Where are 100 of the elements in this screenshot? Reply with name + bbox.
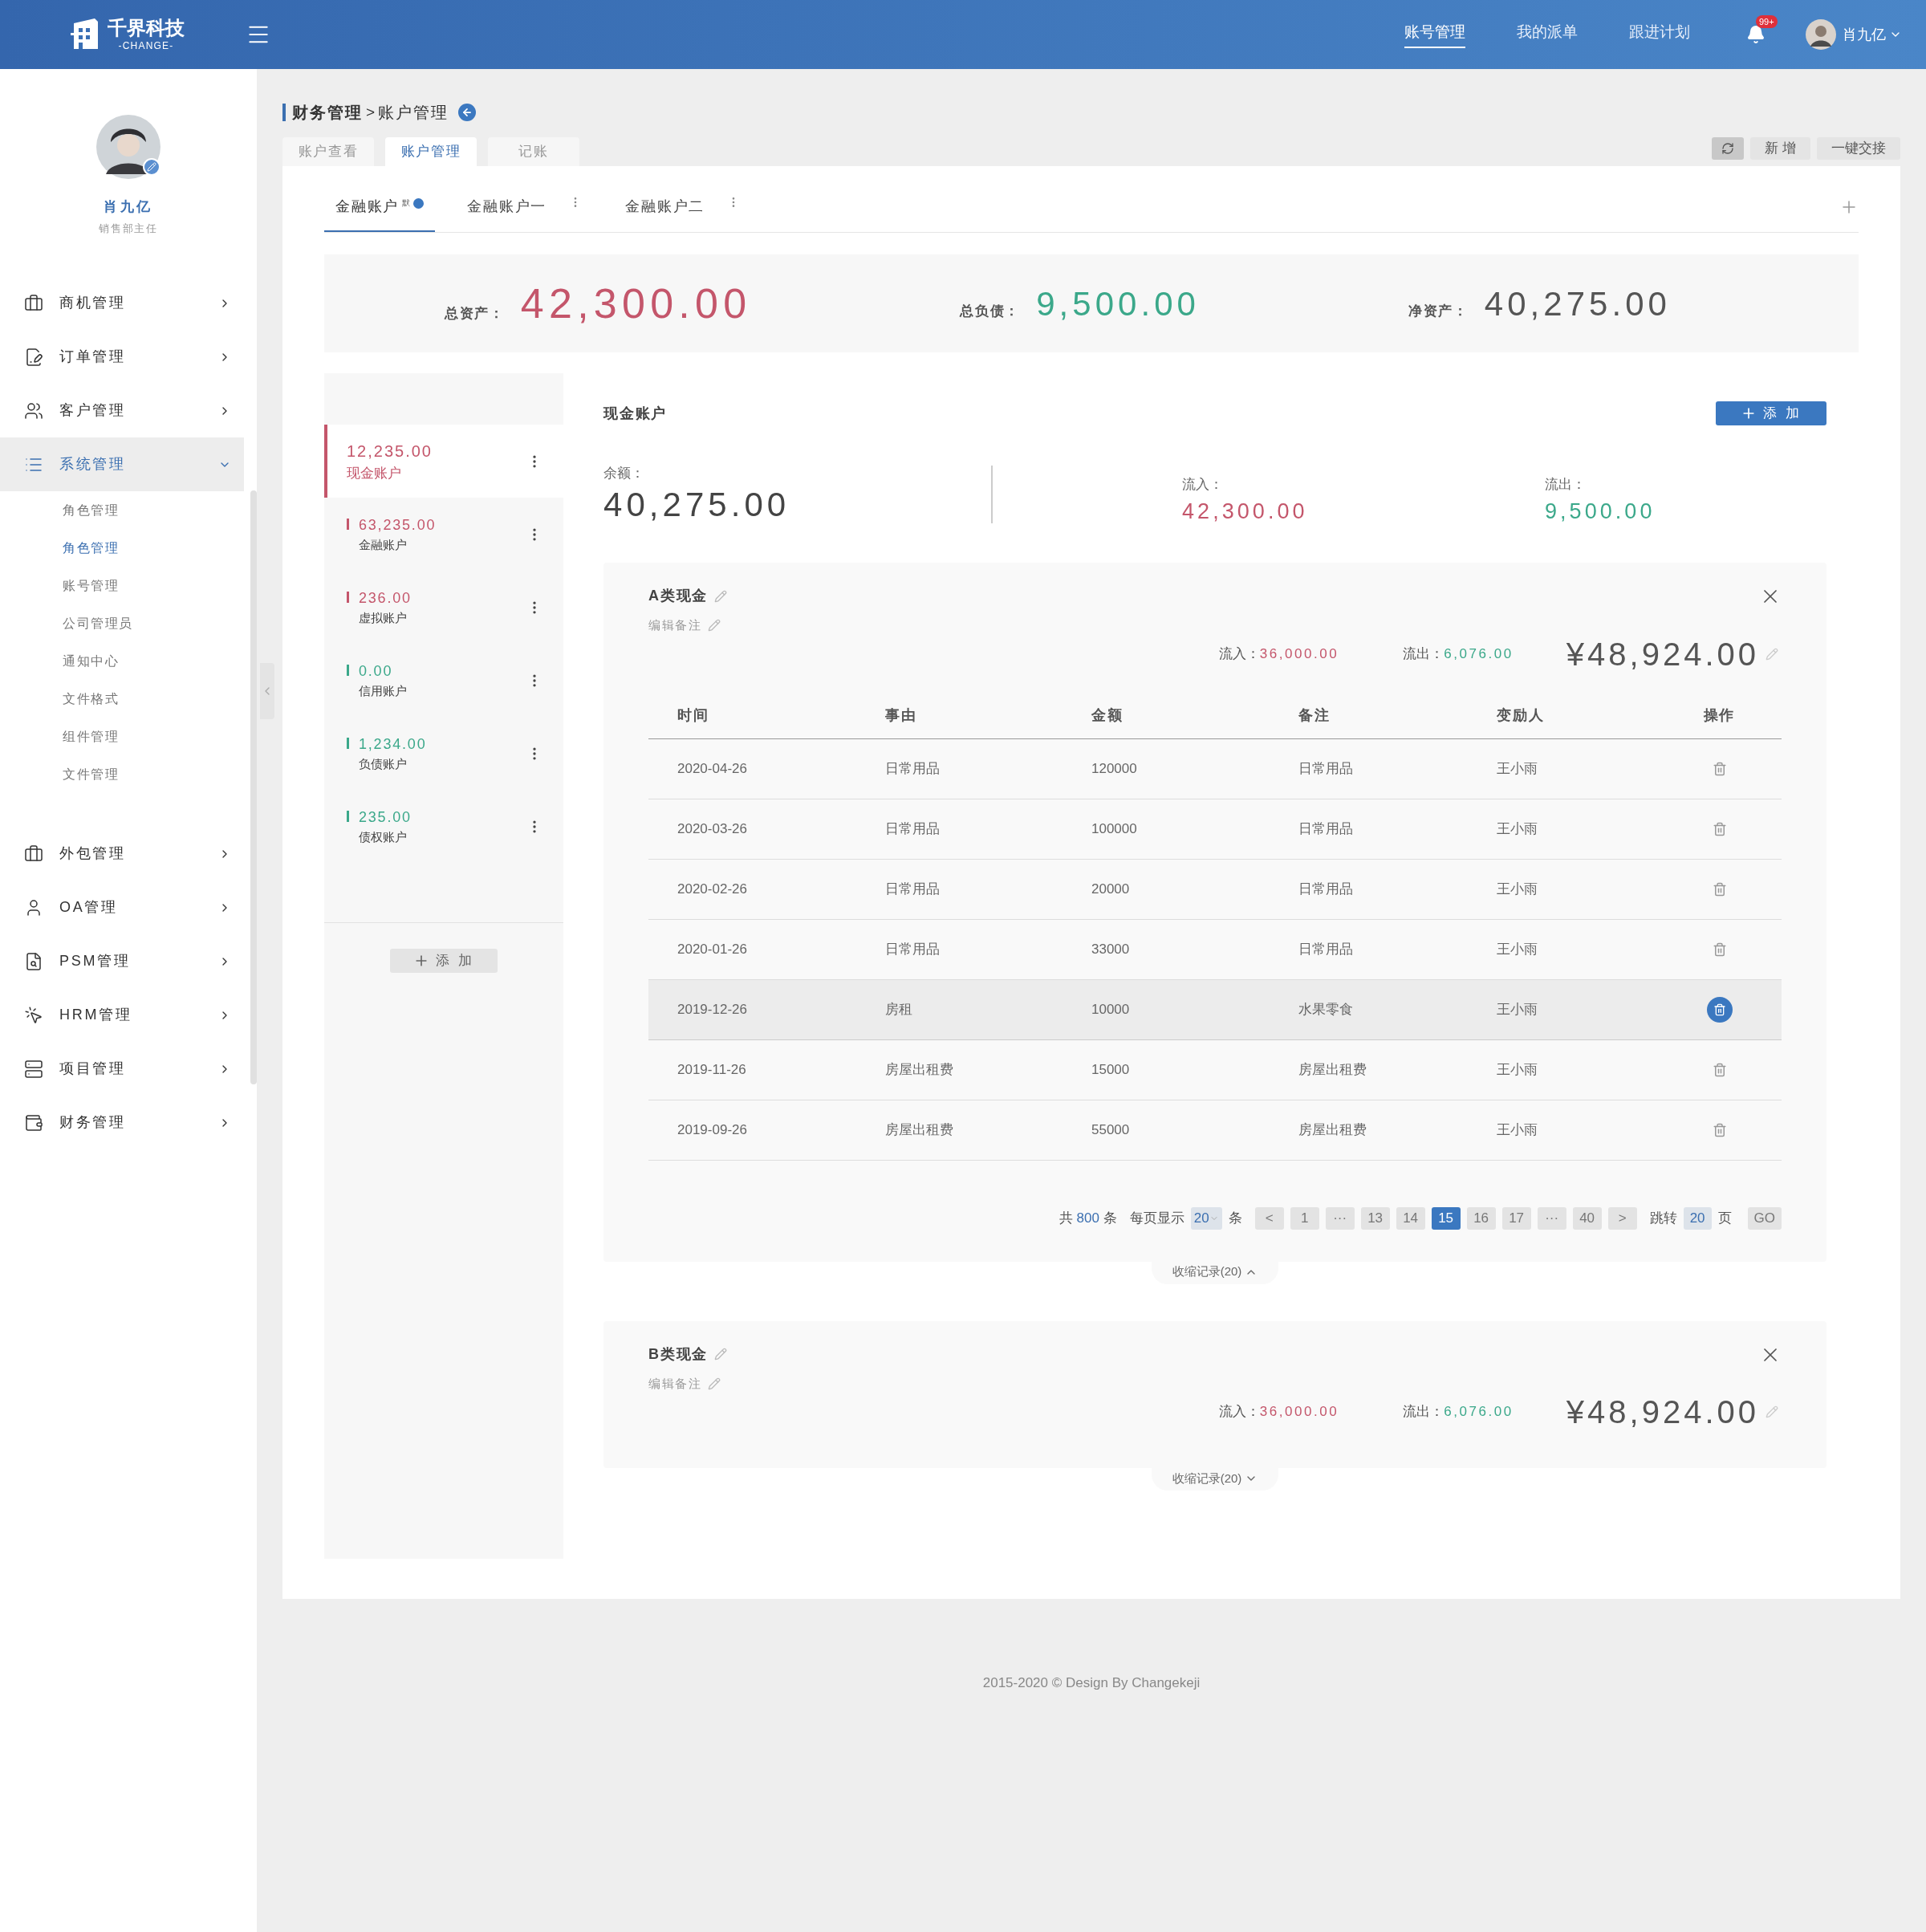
account-item[interactable]: 1,234.00 负债账户 bbox=[324, 717, 563, 790]
sidebar-item[interactable]: 订单管理 bbox=[0, 330, 244, 384]
table-cell-text: 2020-02-26 bbox=[677, 880, 748, 898]
edit-icon bbox=[24, 347, 43, 367]
nav-link[interactable]: 账号管理 bbox=[1404, 20, 1465, 49]
nav-link[interactable]: 我的派单 bbox=[1517, 20, 1578, 49]
delete-button[interactable] bbox=[1706, 996, 1733, 1023]
page-button[interactable]: 16 bbox=[1466, 1206, 1496, 1230]
nav-link[interactable]: 跟进计划 bbox=[1629, 20, 1690, 49]
page-button[interactable]: 14 bbox=[1396, 1206, 1425, 1230]
delete-icon[interactable] bbox=[1712, 1122, 1727, 1137]
column-header: 事由 bbox=[885, 706, 918, 725]
submenu-item[interactable]: 角色管理 bbox=[0, 529, 241, 567]
go-button[interactable]: GO bbox=[1747, 1206, 1782, 1230]
table-row[interactable]: 2020-02-26 日常用品 20000 日常用品 王小雨 bbox=[648, 859, 1782, 920]
page-button[interactable]: < bbox=[1254, 1206, 1284, 1230]
submenu-item[interactable]: 角色管理 bbox=[0, 491, 241, 529]
table-cell-text: 王小雨 bbox=[1497, 1060, 1538, 1079]
refresh-button[interactable] bbox=[1712, 137, 1745, 160]
account-item[interactable]: 63,235.00 金融账户 bbox=[324, 498, 563, 571]
account-tab[interactable]: 金融账户 默 bbox=[324, 182, 436, 232]
scrollbar[interactable] bbox=[250, 490, 257, 1084]
add-button[interactable]: 添 加 bbox=[1716, 401, 1826, 425]
table-cell-text: 日常用品 bbox=[1298, 759, 1354, 778]
submenu-item[interactable]: 通知中心 bbox=[0, 642, 241, 680]
table-cell-text: 120000 bbox=[1091, 759, 1138, 778]
delete-icon[interactable] bbox=[1712, 821, 1727, 836]
balance-label: 余额： bbox=[603, 465, 645, 482]
table-cell-text: 日常用品 bbox=[1298, 940, 1354, 958]
account-name: 负债账户 bbox=[359, 755, 408, 772]
submenu-item[interactable]: 文件管理 bbox=[0, 755, 241, 793]
table-row[interactable]: 2020-04-26 日常用品 120000 日常用品 王小雨 bbox=[648, 738, 1782, 799]
page-button[interactable]: 17 bbox=[1501, 1206, 1531, 1230]
column-header: 操作 bbox=[1703, 706, 1736, 725]
sidebar-item[interactable]: 客户管理 bbox=[0, 384, 244, 437]
page-button[interactable]: > bbox=[1607, 1206, 1637, 1230]
action-button[interactable]: 一键交接 bbox=[1817, 137, 1900, 160]
table-cell-text: 15000 bbox=[1091, 1060, 1131, 1079]
table-row[interactable]: 2020-01-26 日常用品 33000 日常用品 王小雨 bbox=[648, 919, 1782, 980]
account-amount: 235.00 bbox=[359, 807, 412, 827]
table-row[interactable]: 2019-11-26 房屋出租费 15000 房屋出租费 王小雨 bbox=[648, 1039, 1782, 1100]
page-button[interactable]: 40 bbox=[1572, 1206, 1602, 1230]
table-row[interactable]: 2020-03-26 日常用品 100000 日常用品 王小雨 bbox=[648, 799, 1782, 860]
submenu-item[interactable]: 账号管理 bbox=[0, 567, 241, 604]
account-item[interactable]: 0.00 信用账户 bbox=[324, 644, 563, 717]
breadcrumb-item[interactable]: 财务管理 bbox=[292, 100, 363, 124]
sidebar-item[interactable]: OA管理 bbox=[0, 881, 244, 934]
account-tab[interactable]: 金融账户二 bbox=[614, 182, 752, 232]
table-row[interactable]: 2019-09-26 房屋出租费 55000 房屋出租费 王小雨 bbox=[648, 1100, 1782, 1161]
per-page-label: 每页显示 bbox=[1129, 1209, 1184, 1227]
page-button[interactable]: ··· bbox=[1325, 1206, 1355, 1230]
sidebar-item[interactable]: 外包管理 bbox=[0, 827, 244, 881]
submenu-item[interactable]: 组件管理 bbox=[0, 718, 241, 755]
delete-icon[interactable] bbox=[1712, 1062, 1727, 1077]
table-cell-text: 2019-11-26 bbox=[677, 1060, 747, 1079]
bell-icon[interactable] bbox=[1746, 25, 1766, 44]
submenu-item[interactable]: 文件格式 bbox=[0, 680, 241, 718]
sidebar-item[interactable]: 系统管理 bbox=[0, 437, 244, 491]
delete-icon[interactable] bbox=[1712, 881, 1727, 897]
page-button[interactable]: 1 bbox=[1290, 1206, 1319, 1230]
account-item[interactable]: 235.00 债权账户 bbox=[324, 790, 563, 863]
submenu-item[interactable]: 公司管理员 bbox=[0, 604, 241, 642]
page-button[interactable]: ··· bbox=[1537, 1206, 1566, 1230]
delete-icon[interactable] bbox=[1712, 942, 1727, 957]
account-name: 信用账户 bbox=[359, 682, 408, 699]
collapse-toggle[interactable]: 收缩记录(20) bbox=[1151, 1466, 1279, 1491]
page-tab[interactable]: 记账 bbox=[488, 137, 579, 166]
table-cell-text: 王小雨 bbox=[1497, 1000, 1538, 1019]
column-header: 备注 bbox=[1298, 706, 1331, 725]
collapse-toggle[interactable]: 收缩记录(20) bbox=[1151, 1259, 1279, 1284]
page-tab[interactable]: 账户查看 bbox=[282, 137, 374, 166]
sidebar-item[interactable]: 项目管理 bbox=[0, 1042, 244, 1096]
collapse-handle[interactable] bbox=[260, 663, 274, 719]
delete-icon[interactable] bbox=[1712, 761, 1727, 776]
breadcrumb-item: 账户管理 bbox=[378, 103, 449, 123]
profile-name: 肖九亿 bbox=[104, 198, 153, 216]
table-row[interactable]: 2019-12-26 房租 10000 水果零食 王小雨 bbox=[648, 979, 1782, 1040]
sidebar-item[interactable]: HRM管理 bbox=[0, 988, 244, 1042]
per-page-select[interactable]: 20 bbox=[1190, 1206, 1222, 1230]
user-name[interactable]: 肖九亿 bbox=[1843, 23, 1886, 46]
account-item[interactable]: 12,235.00 现金账户 bbox=[324, 425, 563, 498]
sidebar-item[interactable]: 商机管理 bbox=[0, 276, 244, 330]
trash-icon[interactable] bbox=[1713, 1003, 1726, 1016]
avatar[interactable] bbox=[1806, 19, 1836, 50]
inflow-value: 42,300.00 bbox=[1182, 498, 1309, 525]
sidebar-item[interactable]: PSM管理 bbox=[0, 934, 244, 988]
add-account-button[interactable]: 添 加 bbox=[390, 949, 498, 973]
edit-avatar-button[interactable] bbox=[143, 158, 160, 176]
refresh-icon[interactable] bbox=[1721, 142, 1735, 155]
pointer-icon bbox=[24, 1005, 43, 1025]
account-tab[interactable]: 金融账户一 bbox=[456, 182, 594, 232]
summary-label: 总负债： bbox=[960, 302, 1021, 320]
account-item[interactable]: 236.00 虚拟账户 bbox=[324, 571, 563, 644]
sidebar-item[interactable]: 财务管理 bbox=[0, 1096, 244, 1149]
table-cell-text: 日常用品 bbox=[1298, 820, 1354, 838]
page-input[interactable]: 20 bbox=[1683, 1206, 1712, 1230]
page-button[interactable]: 15 bbox=[1431, 1206, 1461, 1230]
page-tab[interactable]: 账户管理 bbox=[385, 137, 477, 166]
action-button[interactable]: 新 增 bbox=[1750, 137, 1810, 160]
page-button[interactable]: 13 bbox=[1360, 1206, 1390, 1230]
